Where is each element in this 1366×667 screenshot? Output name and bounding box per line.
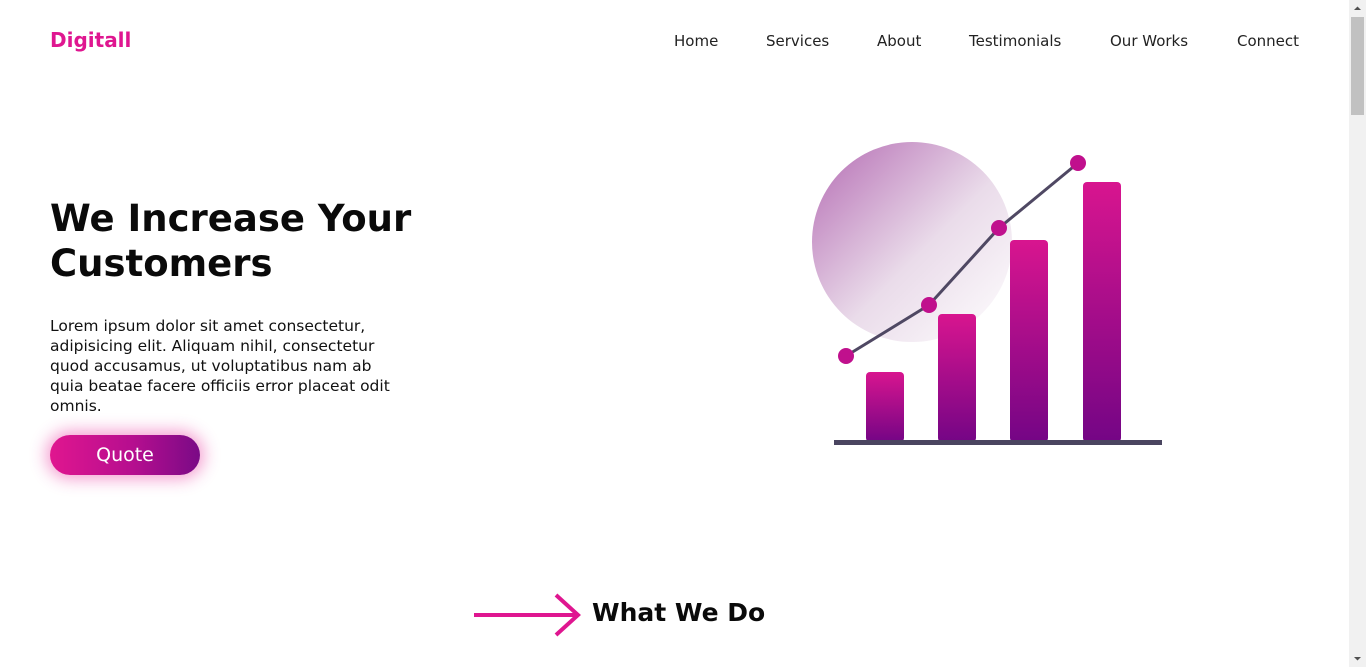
growth-bar-chart-icon: [812, 142, 1162, 445]
scroll-up-arrow-icon[interactable]: [1349, 0, 1366, 17]
baseline: [834, 440, 1162, 445]
nav-connect[interactable]: Connect: [1237, 32, 1299, 50]
nav-home[interactable]: Home: [674, 32, 718, 50]
nav-testimonials[interactable]: Testimonials: [969, 32, 1061, 50]
quote-button[interactable]: Quote: [50, 435, 200, 475]
bar-3: [1010, 240, 1048, 442]
trend-point-3: [991, 220, 1007, 236]
trend-point-2: [921, 297, 937, 313]
section-title-what-we-do: What We Do: [592, 598, 766, 627]
page-scrollbar[interactable]: [1349, 0, 1366, 667]
nav-our-works[interactable]: Our Works: [1110, 32, 1188, 50]
hero-description: Lorem ipsum dolor sit amet consectetur, …: [50, 317, 390, 415]
hero-title: We Increase Your Customers: [50, 197, 412, 285]
arrow-right-icon: [474, 593, 581, 637]
nav-about[interactable]: About: [877, 32, 921, 50]
decor-circle: [812, 142, 1012, 342]
trend-point-1: [838, 348, 854, 364]
nav-services[interactable]: Services: [766, 32, 829, 50]
scroll-down-arrow-icon[interactable]: [1349, 650, 1366, 667]
scrollbar-thumb[interactable]: [1351, 17, 1364, 115]
bar-4: [1083, 182, 1121, 442]
trend-point-4: [1070, 155, 1086, 171]
main-nav: Home Services About Testimonials Our Wor…: [0, 32, 1349, 52]
bar-1: [866, 372, 904, 442]
page: Digitall Home Services About Testimonial…: [0, 0, 1366, 667]
bar-2: [938, 314, 976, 442]
